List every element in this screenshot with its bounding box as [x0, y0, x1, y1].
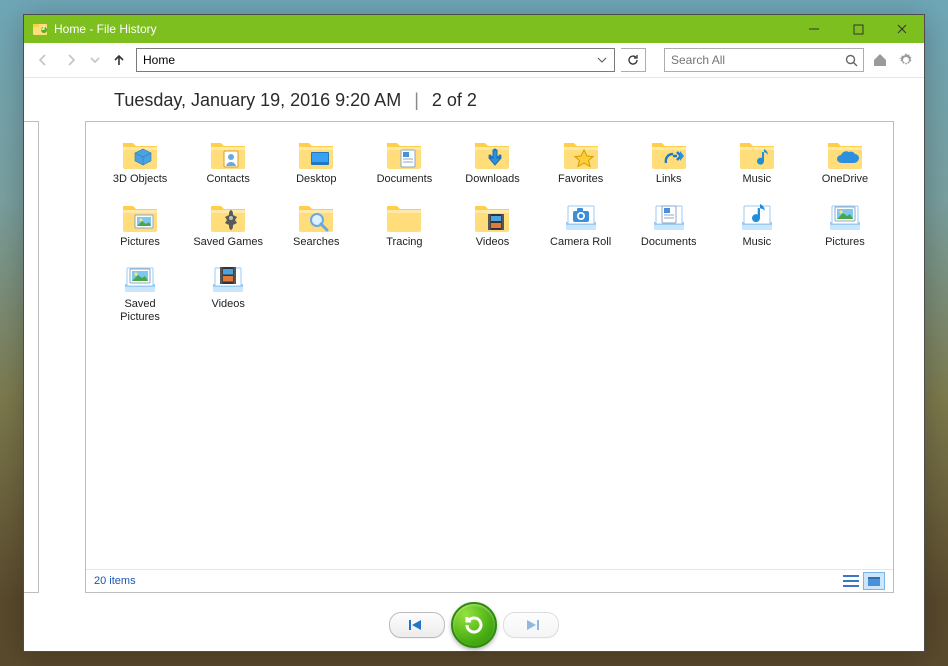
- file-item-label: Music: [742, 173, 771, 186]
- file-item[interactable]: Desktop: [272, 132, 360, 191]
- forward-button[interactable]: [60, 49, 82, 71]
- file-item[interactable]: Saved Pictures: [96, 257, 184, 328]
- file-item-label: Saved Pictures: [105, 298, 175, 323]
- titlebar: Home - File History: [24, 15, 924, 43]
- file-item[interactable]: Videos: [184, 257, 272, 328]
- file-item[interactable]: Contacts: [184, 132, 272, 191]
- header-separator: |: [414, 90, 419, 110]
- file-item[interactable]: Documents: [360, 132, 448, 191]
- close-button[interactable]: [880, 15, 924, 43]
- navigation-controls: [24, 599, 924, 651]
- restore-button[interactable]: [451, 602, 497, 648]
- file-item[interactable]: OneDrive: [801, 132, 889, 191]
- folder-plain-icon: [384, 200, 424, 234]
- lib-documents-icon: [649, 200, 689, 234]
- file-item-label: Pictures: [825, 236, 865, 249]
- file-item[interactable]: Links: [625, 132, 713, 191]
- file-item[interactable]: Favorites: [537, 132, 625, 191]
- folder-videos-icon: [472, 200, 512, 234]
- items-panel: 3D Objects Contacts Desktop Documents Downlo…: [85, 121, 894, 593]
- file-item-label: Documents: [641, 236, 697, 249]
- lib-pictures-icon: [120, 262, 160, 296]
- file-item-label: Favorites: [558, 173, 603, 186]
- folder-3d-icon: [120, 137, 160, 171]
- folder-savedgames-icon: [208, 200, 248, 234]
- file-item[interactable]: Music: [713, 195, 801, 254]
- details-view-button[interactable]: [841, 573, 861, 589]
- file-item[interactable]: Music: [713, 132, 801, 191]
- search-box[interactable]: [664, 48, 864, 72]
- previous-snapshot-edge[interactable]: [24, 121, 39, 593]
- snapshot-page-indicator: 2 of 2: [432, 90, 477, 110]
- address-dropdown-icon[interactable]: [594, 55, 610, 65]
- next-version-button[interactable]: [503, 612, 559, 638]
- file-history-window: Home - File History: [23, 14, 925, 652]
- toolbar: [24, 43, 924, 78]
- main-area: Tuesday, January 19, 2016 9:20 AM | 2 of…: [24, 78, 924, 599]
- file-item-label: OneDrive: [822, 173, 868, 186]
- file-item-label: Videos: [211, 298, 244, 311]
- address-input[interactable]: [141, 53, 594, 67]
- file-item-label: Saved Games: [193, 236, 263, 249]
- app-icon: [32, 21, 48, 37]
- file-item[interactable]: Searches: [272, 195, 360, 254]
- folder-pictures-icon: [120, 200, 160, 234]
- folder-links-icon: [649, 137, 689, 171]
- icons-view-button[interactable]: [863, 572, 885, 590]
- file-item-label: 3D Objects: [113, 173, 167, 186]
- settings-button[interactable]: [896, 50, 916, 70]
- folder-favorites-icon: [561, 137, 601, 171]
- file-item[interactable]: Videos: [448, 195, 536, 254]
- snapshot-datetime: Tuesday, January 19, 2016 9:20 AM: [114, 90, 401, 110]
- file-item[interactable]: Camera Roll: [537, 195, 625, 254]
- refresh-button[interactable]: [621, 48, 646, 72]
- lib-videos-icon: [208, 262, 248, 296]
- home-button[interactable]: [870, 50, 890, 70]
- up-button[interactable]: [108, 49, 130, 71]
- window-title: Home - File History: [54, 22, 157, 36]
- file-item-label: Tracing: [386, 236, 422, 249]
- file-item[interactable]: Pictures: [801, 195, 889, 254]
- content-row: 3D Objects Contacts Desktop Documents Downlo…: [54, 121, 894, 593]
- file-item-label: Camera Roll: [550, 236, 611, 249]
- file-item-label: Links: [656, 173, 682, 186]
- minimize-button[interactable]: [792, 15, 836, 43]
- search-input[interactable]: [669, 52, 843, 68]
- folder-downloads-icon: [472, 137, 512, 171]
- file-item-label: Music: [742, 236, 771, 249]
- file-item-label: Searches: [293, 236, 339, 249]
- folder-onedrive-icon: [825, 137, 865, 171]
- maximize-button[interactable]: [836, 15, 880, 43]
- item-count-label: 20 items: [94, 575, 136, 587]
- file-item-label: Documents: [377, 173, 433, 186]
- recent-locations-button[interactable]: [88, 49, 102, 71]
- lib-camera-icon: [561, 200, 601, 234]
- folder-contacts-icon: [208, 137, 248, 171]
- file-item[interactable]: Documents: [625, 195, 713, 254]
- back-button[interactable]: [32, 49, 54, 71]
- folder-documents-icon: [384, 137, 424, 171]
- search-icon[interactable]: [843, 54, 859, 67]
- file-item-label: Pictures: [120, 236, 160, 249]
- folder-desktop-icon: [296, 137, 336, 171]
- status-bar: 20 items: [86, 569, 893, 592]
- file-item-label: Desktop: [296, 173, 336, 186]
- lib-pictures-icon: [825, 200, 865, 234]
- file-item[interactable]: Downloads: [448, 132, 536, 191]
- lib-music-icon: [737, 200, 777, 234]
- snapshot-header: Tuesday, January 19, 2016 9:20 AM | 2 of…: [114, 90, 834, 111]
- file-item-label: Contacts: [206, 173, 249, 186]
- file-item[interactable]: Tracing: [360, 195, 448, 254]
- address-bar[interactable]: [136, 48, 615, 72]
- folder-searches-icon: [296, 200, 336, 234]
- file-item-label: Downloads: [465, 173, 519, 186]
- file-item[interactable]: 3D Objects: [96, 132, 184, 191]
- items-grid: 3D Objects Contacts Desktop Documents Downlo…: [86, 122, 893, 569]
- folder-music-icon: [737, 137, 777, 171]
- file-item[interactable]: Saved Games: [184, 195, 272, 254]
- previous-version-button[interactable]: [389, 612, 445, 638]
- file-item[interactable]: Pictures: [96, 195, 184, 254]
- file-item-label: Videos: [476, 236, 509, 249]
